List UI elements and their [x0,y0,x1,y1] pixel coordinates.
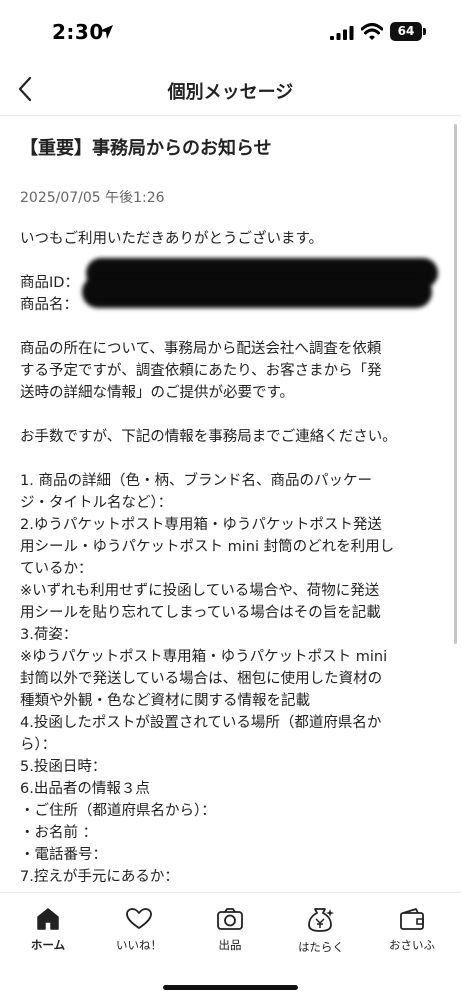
list-item: 5.投函日時： [20,759,107,775]
cellular-signal-icon [330,26,354,40]
navigation-bar: 個別メッセージ [0,64,461,116]
battery-tip [423,28,426,35]
paragraph-line: 商品の所在について、事務局から配送会社へ調査を依頼 [20,341,382,357]
page-title: 個別メッセージ [167,82,294,103]
message-date: 2025/07/05 午後1:26 [20,190,165,206]
heart-icon [126,908,152,929]
list-item: 3.荷姿： [20,627,78,643]
list-item: ※ゆうパケットポスト専用箱・ゆうパケットポスト mini [20,649,388,665]
tab-label: いいね！ [116,938,162,952]
redaction-mark [82,276,432,308]
tab-wallet[interactable]: おさいふ [372,907,452,953]
list-item: 6.出品者の情報３点 [20,781,150,797]
tab-likes[interactable]: いいね！ [99,907,179,953]
list-item: ・お名前 ： [20,825,98,841]
list-item: ・ご住所（都道府県名から）： [20,803,216,819]
tab-label: おさいふ [389,938,435,952]
tab-sell[interactable]: 出品 [190,907,270,953]
list-item: ジ・タイトル名など）： [20,495,173,511]
message-title: 【重要】事務局からのお知らせ [20,138,272,159]
list-item: ら）： [20,737,57,753]
list-item: 用シール・ゆうパケットポスト mini 封筒のどれを利用し [20,539,395,555]
tab-home[interactable]: ホーム [8,907,88,953]
location-arrow-icon [99,25,113,39]
paragraph-line: お手数ですが、下記の情報を事務局までご連絡ください。 [20,429,397,445]
camera-icon [217,908,243,930]
list-item: ※いずれも利用せずに投函している場合や、荷物に発送 [20,583,380,599]
list-item: 7.控えが手元にあるか： [20,869,179,885]
status-bar: 2:30 64 [0,0,461,64]
paragraph-line: する予定ですが、調査依頼にあたり、お客さまから「発 [20,363,382,379]
wallet-icon [400,908,424,930]
greeting-text: いつもご利用いただきありがとうございます。 [20,231,324,247]
wifi-icon [361,23,383,40]
list-item: 種類や外観・色など資材に関する情報を記載 [20,693,310,709]
list-item: 用シールを貼り忘れてしまっている場合はその旨を記載 [20,605,381,621]
home-icon [37,908,59,930]
list-item: 封筒以外で発送している場合は、梱包に使用した資材の [20,671,383,687]
list-item: 2.ゆうパケットポスト専用箱・ゆうパケットポスト発送 [20,517,382,533]
tab-label: 出品 [218,938,242,952]
tab-work[interactable]: はたらく [281,907,361,955]
status-time: 2:30 [52,20,104,44]
scrollbar[interactable] [454,124,457,644]
list-item: ・電話番号： [20,847,107,863]
tab-bar: ホーム いいね！ 出品 はたらく おさいふ [0,892,461,999]
paragraph-line: 送時の詳細な情報」のご提供が必要です。 [20,385,295,401]
home-indicator [163,985,298,990]
list-item: 1. 商品の詳細（色・柄、ブランド名、商品のパッケー [20,473,372,489]
battery-indicator: 64 [390,22,422,41]
money-bag-icon [308,908,334,932]
message-content[interactable]: 【重要】事務局からのお知らせ 2025/07/05 午後1:26 いつもご利用い… [0,116,461,892]
list-item: 4.投函したポストが設置されている場所（都道府県名か [20,715,382,731]
tab-label: はたらく [298,940,344,954]
tab-label: ホーム [30,938,66,952]
list-item: ているか： [20,561,93,577]
